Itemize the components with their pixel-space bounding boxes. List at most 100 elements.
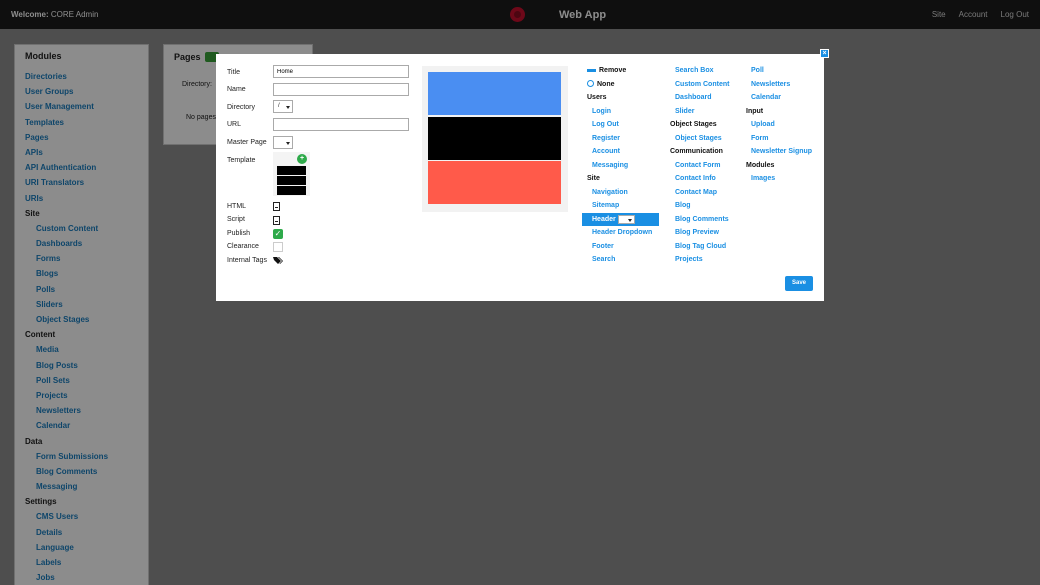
header-variant-select[interactable] bbox=[618, 214, 635, 224]
widget-label: Input bbox=[746, 107, 764, 115]
widget-item-remove[interactable]: Remove bbox=[587, 64, 659, 78]
internal-tags-label: Internal Tags bbox=[227, 257, 267, 264]
widget-label: Newsletter Signup bbox=[751, 148, 813, 155]
widget-group-site: Site bbox=[587, 172, 659, 186]
widget-item-blog-comments[interactable]: Blog Comments bbox=[670, 213, 729, 227]
publish-label: Publish bbox=[227, 230, 250, 237]
widget-item-navigation[interactable]: Navigation bbox=[587, 186, 659, 200]
widget-item-contact-form[interactable]: Contact Form bbox=[670, 159, 729, 173]
widget-label: Calendar bbox=[751, 94, 781, 101]
widget-item-header-dropdown[interactable]: Header Dropdown bbox=[587, 226, 659, 240]
widget-item-projects[interactable]: Projects bbox=[670, 253, 729, 267]
preview-row-3[interactable] bbox=[428, 161, 561, 204]
widget-item-slider[interactable]: Slider bbox=[670, 105, 729, 119]
widget-label: Dashboard bbox=[675, 94, 712, 101]
widget-label: Users bbox=[587, 94, 607, 101]
url-label: URL bbox=[227, 121, 242, 128]
widget-label: Account bbox=[592, 148, 620, 155]
widget-label: Projects bbox=[675, 256, 703, 263]
widget-item-newsletter-signup[interactable]: Newsletter Signup bbox=[746, 145, 812, 159]
widget-group-communication: Communication bbox=[670, 145, 729, 159]
widget-item-blog[interactable]: Blog bbox=[670, 199, 729, 213]
widget-item-calendar[interactable]: Calendar bbox=[746, 91, 812, 105]
widget-item-object-stages[interactable]: Object Stages bbox=[670, 132, 729, 146]
widget-label: Object Stages bbox=[675, 134, 722, 142]
widget-item-newsletters[interactable]: Newsletters bbox=[746, 78, 812, 92]
preview-row-2[interactable] bbox=[428, 117, 561, 160]
add-template-icon[interactable]: + bbox=[297, 154, 307, 164]
widget-label: Slider bbox=[675, 107, 695, 115]
widget-group-users: Users bbox=[587, 91, 659, 105]
widget-item-dashboard[interactable]: Dashboard bbox=[670, 91, 729, 105]
link-icon bbox=[587, 80, 594, 88]
preview-row-1[interactable] bbox=[428, 72, 561, 115]
widget-item-account[interactable]: Account bbox=[587, 145, 659, 159]
widget-label: Search Box bbox=[675, 67, 714, 74]
widget-item-contact-info[interactable]: Contact Info bbox=[670, 172, 729, 186]
widget-label: Remove bbox=[599, 67, 627, 74]
widget-item-log-out[interactable]: Log Out bbox=[587, 118, 659, 132]
master-page-select[interactable] bbox=[273, 136, 293, 149]
widget-label: None bbox=[597, 80, 615, 88]
widget-item-sitemap[interactable]: Sitemap bbox=[587, 199, 659, 213]
widget-label: Form bbox=[751, 134, 769, 142]
widget-label: Register bbox=[592, 134, 621, 142]
script-file-icon[interactable] bbox=[273, 216, 280, 225]
widget-item-images[interactable]: Images bbox=[746, 172, 812, 186]
template-label: Template bbox=[227, 157, 256, 164]
clearance-label: Clearance bbox=[227, 243, 259, 250]
master-page-label: Master Page bbox=[227, 139, 267, 146]
directory-select-value: / bbox=[278, 103, 280, 109]
tags-icon[interactable] bbox=[273, 256, 284, 265]
widget-label: Login bbox=[592, 107, 612, 115]
widget-label: Sitemap bbox=[592, 202, 620, 209]
widget-label: Newsletters bbox=[751, 80, 791, 88]
widget-item-search-box[interactable]: Search Box bbox=[670, 64, 729, 78]
widget-label: Header Dropdown bbox=[592, 229, 653, 236]
widget-item-contact-map[interactable]: Contact Map bbox=[670, 186, 729, 200]
widget-label: Search bbox=[592, 256, 616, 263]
chevron-down-icon bbox=[286, 142, 290, 145]
widget-item-blog-preview[interactable]: Blog Preview bbox=[670, 226, 729, 240]
widget-item-none[interactable]: None bbox=[587, 78, 659, 92]
widget-item-messaging[interactable]: Messaging bbox=[587, 159, 659, 173]
widget-label: Blog Comments bbox=[675, 215, 729, 223]
directory-select[interactable]: / bbox=[273, 100, 293, 113]
widget-item-footer[interactable]: Footer bbox=[587, 240, 659, 254]
html-label: HTML bbox=[227, 203, 247, 210]
template-row bbox=[277, 166, 306, 175]
widget-label: Poll bbox=[751, 67, 764, 74]
widget-item-header[interactable]: Header bbox=[582, 212, 659, 226]
widget-column-2: Search Box Custom Content Dashboard Slider O… bbox=[670, 64, 729, 267]
remove-bar-icon bbox=[587, 68, 596, 72]
widget-label: Messaging bbox=[592, 161, 629, 169]
name-input[interactable] bbox=[273, 83, 409, 96]
save-button[interactable]: Save bbox=[785, 276, 813, 291]
widget-item-login[interactable]: Login bbox=[587, 105, 659, 119]
widget-label: Object Stages bbox=[670, 121, 717, 128]
widget-item-form[interactable]: Form bbox=[746, 132, 812, 146]
widget-label: Custom Content bbox=[675, 80, 730, 88]
widget-item-upload[interactable]: Upload bbox=[746, 118, 812, 132]
widget-item-search[interactable]: Search bbox=[587, 253, 659, 267]
html-file-icon[interactable] bbox=[273, 202, 280, 211]
widget-label: Contact Info bbox=[675, 175, 716, 182]
title-label: Title bbox=[227, 69, 240, 76]
script-label: Script bbox=[227, 216, 245, 223]
widget-item-custom-content[interactable]: Custom Content bbox=[670, 78, 729, 92]
layout-preview bbox=[422, 66, 568, 212]
publish-checkbox[interactable]: ✓ bbox=[273, 229, 283, 239]
chevron-down-icon bbox=[286, 106, 290, 109]
url-input[interactable] bbox=[273, 118, 409, 131]
widget-column-1: Remove None Users Login Log Out Register Accou… bbox=[582, 64, 659, 267]
close-icon[interactable]: × bbox=[820, 49, 829, 58]
name-label: Name bbox=[227, 86, 246, 93]
clearance-checkbox[interactable] bbox=[273, 242, 283, 252]
widget-group-input: Input bbox=[746, 105, 812, 119]
widget-item-poll[interactable]: Poll bbox=[746, 64, 812, 78]
widget-label: Blog bbox=[675, 202, 691, 209]
widget-label: Blog Tag Cloud bbox=[675, 242, 727, 250]
widget-item-blog-tag-cloud[interactable]: Blog Tag Cloud bbox=[670, 240, 729, 254]
title-input[interactable] bbox=[273, 65, 409, 78]
widget-item-register[interactable]: Register bbox=[587, 132, 659, 146]
